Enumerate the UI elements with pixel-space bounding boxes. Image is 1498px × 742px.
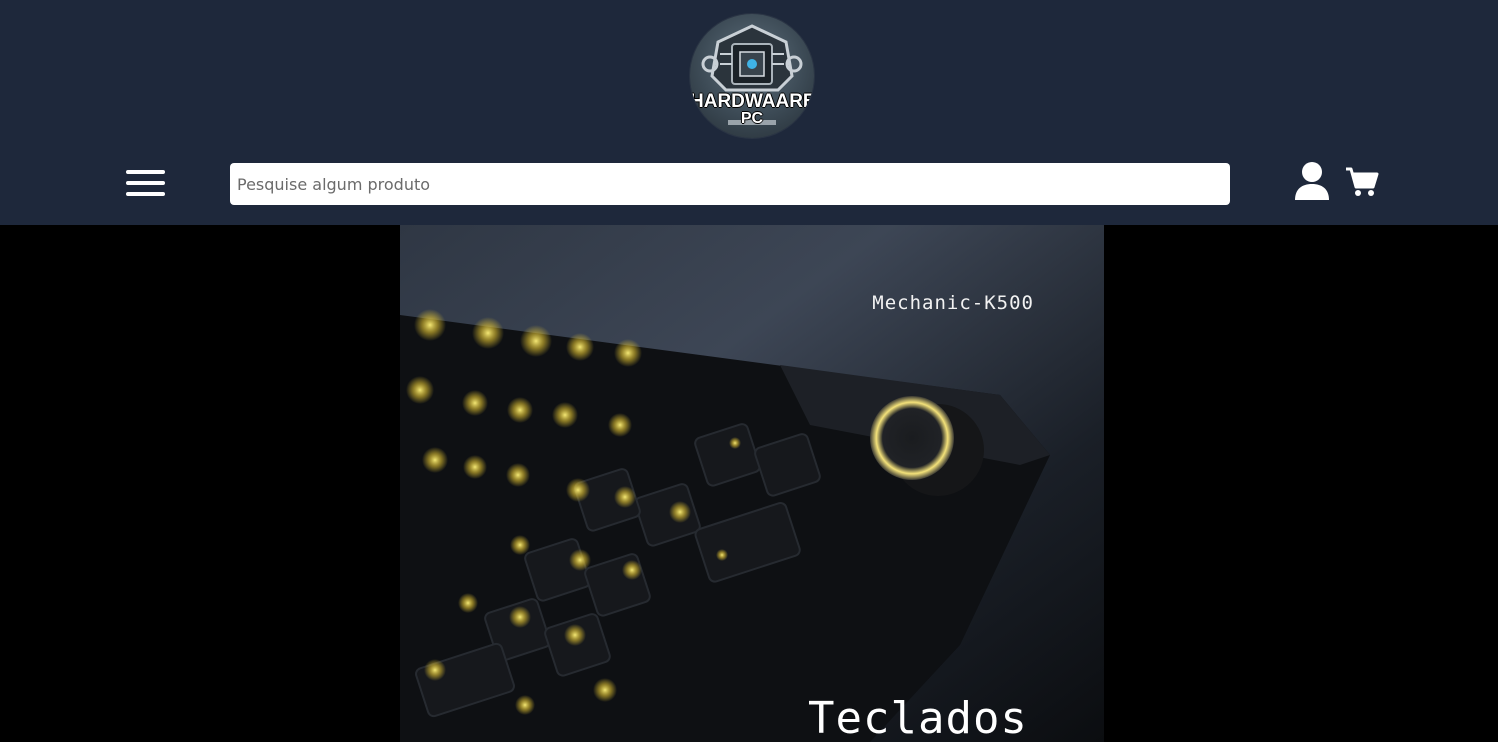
user-icon[interactable] [1294,162,1330,202]
category-title: Teclados [808,693,1028,742]
site-header: HARDWAARE PC [0,0,1498,225]
shopping-cart-icon[interactable] [1345,166,1379,198]
menu-bar [126,181,165,185]
search-input[interactable] [230,163,1230,205]
menu-bar [126,170,165,174]
menu-bar [126,192,165,196]
hamburger-menu-icon[interactable] [126,170,166,198]
hero-banner[interactable]: Mechanic-K500 Teclados [400,225,1104,742]
product-label: Mechanic-K500 [872,292,1034,314]
logo-wordmark-sub: PC [740,110,764,127]
site-logo[interactable]: HARDWAARE PC [690,14,814,138]
